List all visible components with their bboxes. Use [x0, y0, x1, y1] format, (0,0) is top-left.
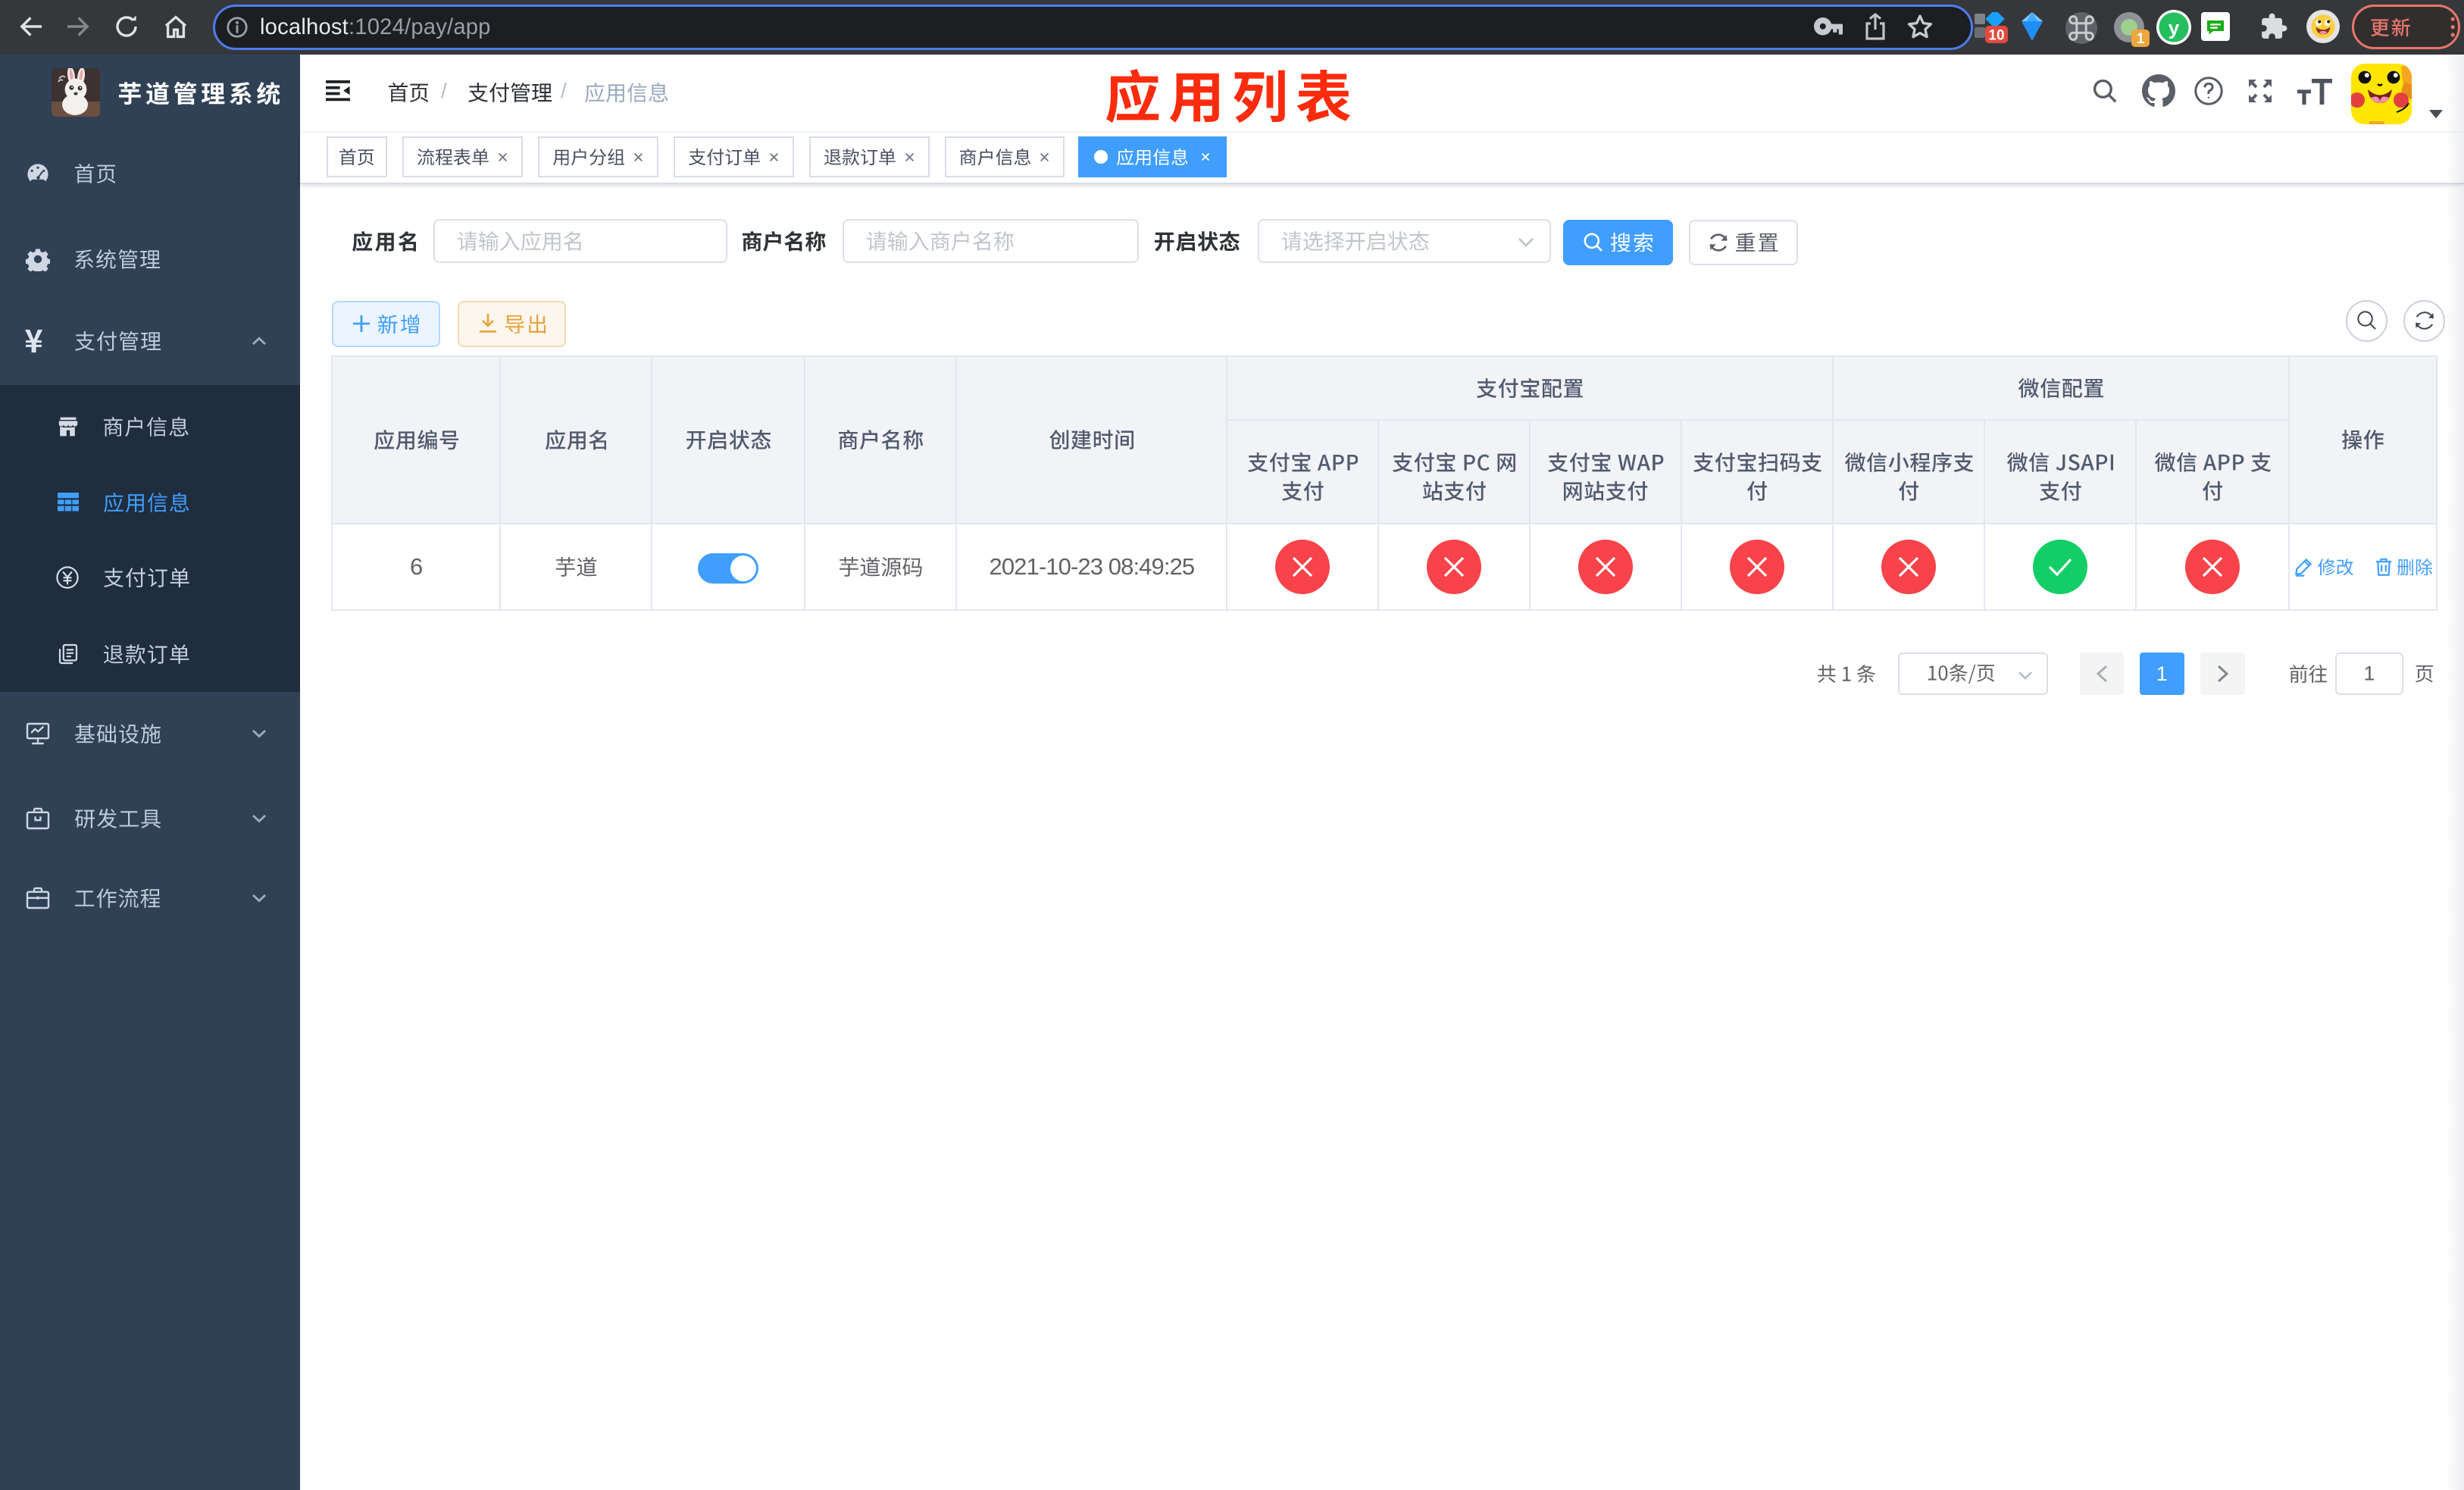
- svg-text:10: 10: [1988, 28, 2004, 44]
- svg-text:1: 1: [2137, 31, 2145, 47]
- svg-text:y: y: [2169, 16, 2180, 39]
